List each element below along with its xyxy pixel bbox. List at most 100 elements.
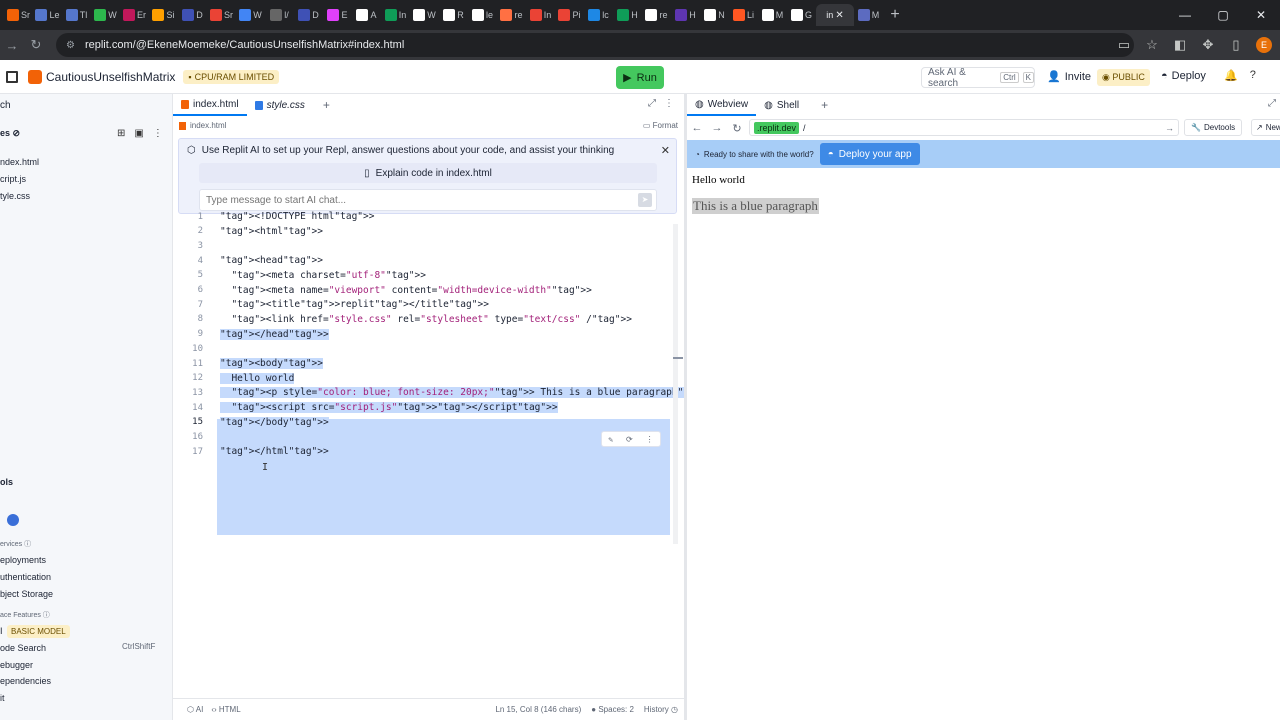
code-line[interactable]: 11 "tag"><body"tag">>	[173, 356, 670, 371]
add-tab-button[interactable]: +	[313, 98, 330, 112]
tab-index-html[interactable]: index.html	[173, 94, 247, 116]
browser-tab[interactable]: D	[178, 4, 207, 26]
breadcrumb-file[interactable]: index.html	[190, 121, 226, 130]
code-line[interactable]: 5 "tag"><meta charset="utf-8""tag">>	[173, 268, 670, 283]
deploy-your-app-button[interactable]: ◓ Deploy your app	[819, 143, 920, 165]
cpu-limit-badge[interactable]: ▪ CPU/RAM LIMITED	[183, 69, 280, 84]
new-tab-button[interactable]: +	[883, 6, 907, 24]
status-position[interactable]: Ln 15, Col 8 (146 chars)	[495, 705, 581, 714]
edit-ai-icon[interactable]: ✎	[608, 435, 613, 444]
globe-icon[interactable]	[7, 514, 19, 526]
status-spaces[interactable]: ● Spaces: 2	[591, 705, 634, 714]
sidebar-item-ai[interactable]: I	[0, 626, 3, 636]
minimize-icon[interactable]: —	[1166, 0, 1204, 30]
browser-tab[interactable]: Er	[120, 4, 149, 26]
browser-tab[interactable]: re	[497, 4, 526, 26]
code-line[interactable]: 8 "tag"><link href="style.css" rel="styl…	[173, 312, 670, 327]
code-line[interactable]: 15 "tag"></body"tag">>	[173, 415, 670, 430]
browser-tab[interactable]: G	[787, 4, 816, 26]
code-line[interactable]: 2 "tag"><html"tag">>	[173, 224, 670, 239]
tab-shell[interactable]: ◍ Shell	[756, 94, 807, 116]
browser-tab[interactable]: A	[352, 4, 381, 26]
code-line[interactable]: 17 "tag"></html"tag">>	[173, 444, 670, 459]
public-badge[interactable]: ◉ PUBLIC	[1097, 69, 1150, 86]
sidepanel-icon[interactable]: ▯	[1228, 37, 1244, 53]
profile-avatar[interactable]: E	[1256, 37, 1272, 53]
editor-scrollbar[interactable]	[673, 224, 678, 544]
browser-tab[interactable]: Le	[33, 4, 62, 26]
sidebar-item-code-search[interactable]: ode Search	[0, 643, 46, 653]
tab-webview[interactable]: ◍ Webview	[687, 94, 757, 116]
code-line[interactable]: 13 "tag"><p style="color: blue; font-siz…	[173, 385, 770, 400]
browser-tab[interactable]: Sr	[4, 4, 33, 26]
sidebar-item-deployments[interactable]: eployments	[0, 555, 46, 565]
browser-tab[interactable]: H	[671, 4, 700, 26]
sidebar-item-debugger[interactable]: ebugger	[0, 660, 33, 670]
browser-tab[interactable]: Sr	[207, 4, 236, 26]
code-line[interactable]: 1 "tag"><!DOCTYPE html"tag">>	[173, 209, 670, 224]
code-line[interactable]: 7 "tag"><title"tag">>replit"tag"></title…	[173, 297, 670, 312]
send-icon[interactable]: ➤	[638, 193, 652, 207]
notification-bell-icon[interactable]: 🔔	[1224, 69, 1238, 82]
tab-style-css[interactable]: style.css	[247, 94, 313, 116]
extension-icon[interactable]: ◧	[1172, 37, 1188, 53]
status-ai[interactable]: ⬡ AI	[187, 705, 203, 714]
deploy-button[interactable]: ◓ Deploy	[1161, 70, 1206, 82]
browser-tab[interactable]: W	[91, 4, 120, 26]
new-file-icon[interactable]: ⊞	[117, 128, 125, 139]
browser-tab[interactable]: l/	[265, 4, 294, 26]
home-icon[interactable]	[6, 70, 18, 83]
more-icon[interactable]: ⋮	[153, 128, 163, 139]
browser-tab[interactable]: Tl	[62, 4, 91, 26]
new-folder-icon[interactable]: ▣	[134, 128, 143, 139]
sidebar-file-style[interactable]: tyle.css	[0, 191, 30, 201]
browser-tab[interactable]: re	[642, 4, 671, 26]
code-line[interactable]: 14 "tag"><script src="script.js""tag">>"…	[173, 400, 670, 415]
browser-tab[interactable]: le	[468, 4, 497, 26]
sidebar-item-git[interactable]: it	[0, 693, 5, 703]
repl-name[interactable]: CautiousUnselfishMatrix	[46, 70, 175, 84]
browser-tab[interactable]: lc	[584, 4, 613, 26]
close-window-icon[interactable]: ✕	[1242, 0, 1280, 30]
devtools-button[interactable]: 🔧 Devtools	[1184, 119, 1243, 136]
status-history[interactable]: History ◷	[644, 705, 678, 714]
code-line[interactable]: 12 Hello world	[173, 371, 670, 386]
browser-tab[interactable]: W	[410, 4, 439, 26]
new-tab-button[interactable]: ↗ New	[1251, 119, 1280, 136]
add-tab-button[interactable]: +	[807, 98, 828, 112]
code-line[interactable]: 6 "tag"><meta name="viewport" content="w…	[173, 283, 670, 298]
browser-tab[interactable]: E	[323, 4, 352, 26]
sidebar-search[interactable]: ch	[0, 100, 11, 111]
back-icon[interactable]: ←	[687, 122, 707, 134]
run-button[interactable]: ▶ Run	[616, 66, 664, 89]
code-line[interactable]: 9 "tag"></head"tag">>	[173, 327, 670, 342]
webview-url-bar[interactable]: .replit.dev / →	[749, 119, 1179, 136]
forward-icon[interactable]: →	[0, 38, 24, 53]
code-line[interactable]: 16	[173, 430, 670, 445]
format-button[interactable]: ▭ Format	[643, 121, 678, 130]
expand-icon[interactable]: ⤢	[1268, 98, 1276, 109]
browser-tab[interactable]: N	[700, 4, 729, 26]
bookmark-star-icon[interactable]: ☆	[1144, 37, 1160, 53]
site-info-icon[interactable]: ⚙	[66, 40, 75, 51]
close-icon[interactable]: ✕	[661, 144, 670, 157]
browser-tab-active[interactable]: in ✕	[816, 4, 854, 26]
ai-chat-input[interactable]	[200, 190, 620, 210]
code-line[interactable]: 4 "tag"><head"tag">>	[173, 253, 670, 268]
close-icon[interactable]: ✕	[835, 10, 843, 21]
explain-icon[interactable]: ⟳	[626, 435, 633, 444]
sidebar-item-authentication[interactable]: uthentication	[0, 572, 51, 582]
sidebar-item-object-storage[interactable]: bject Storage	[0, 589, 53, 599]
eye-icon[interactable]: ⊘	[13, 128, 21, 138]
forward-icon[interactable]: →	[707, 122, 727, 134]
more-icon[interactable]: ⋮	[646, 435, 654, 444]
browser-tab[interactable]: Li	[729, 4, 758, 26]
help-icon[interactable]: ?	[1250, 69, 1256, 82]
sidebar-file-index[interactable]: ndex.html	[0, 157, 39, 167]
browser-tab[interactable]: In	[526, 4, 555, 26]
code-line[interactable]: 3	[173, 238, 670, 253]
code-line[interactable]: 10	[173, 341, 670, 356]
browser-tab[interactable]: H	[613, 4, 642, 26]
editor-more-icon[interactable]: ⋮	[664, 98, 674, 109]
expand-icon[interactable]: ⤢	[648, 98, 656, 109]
